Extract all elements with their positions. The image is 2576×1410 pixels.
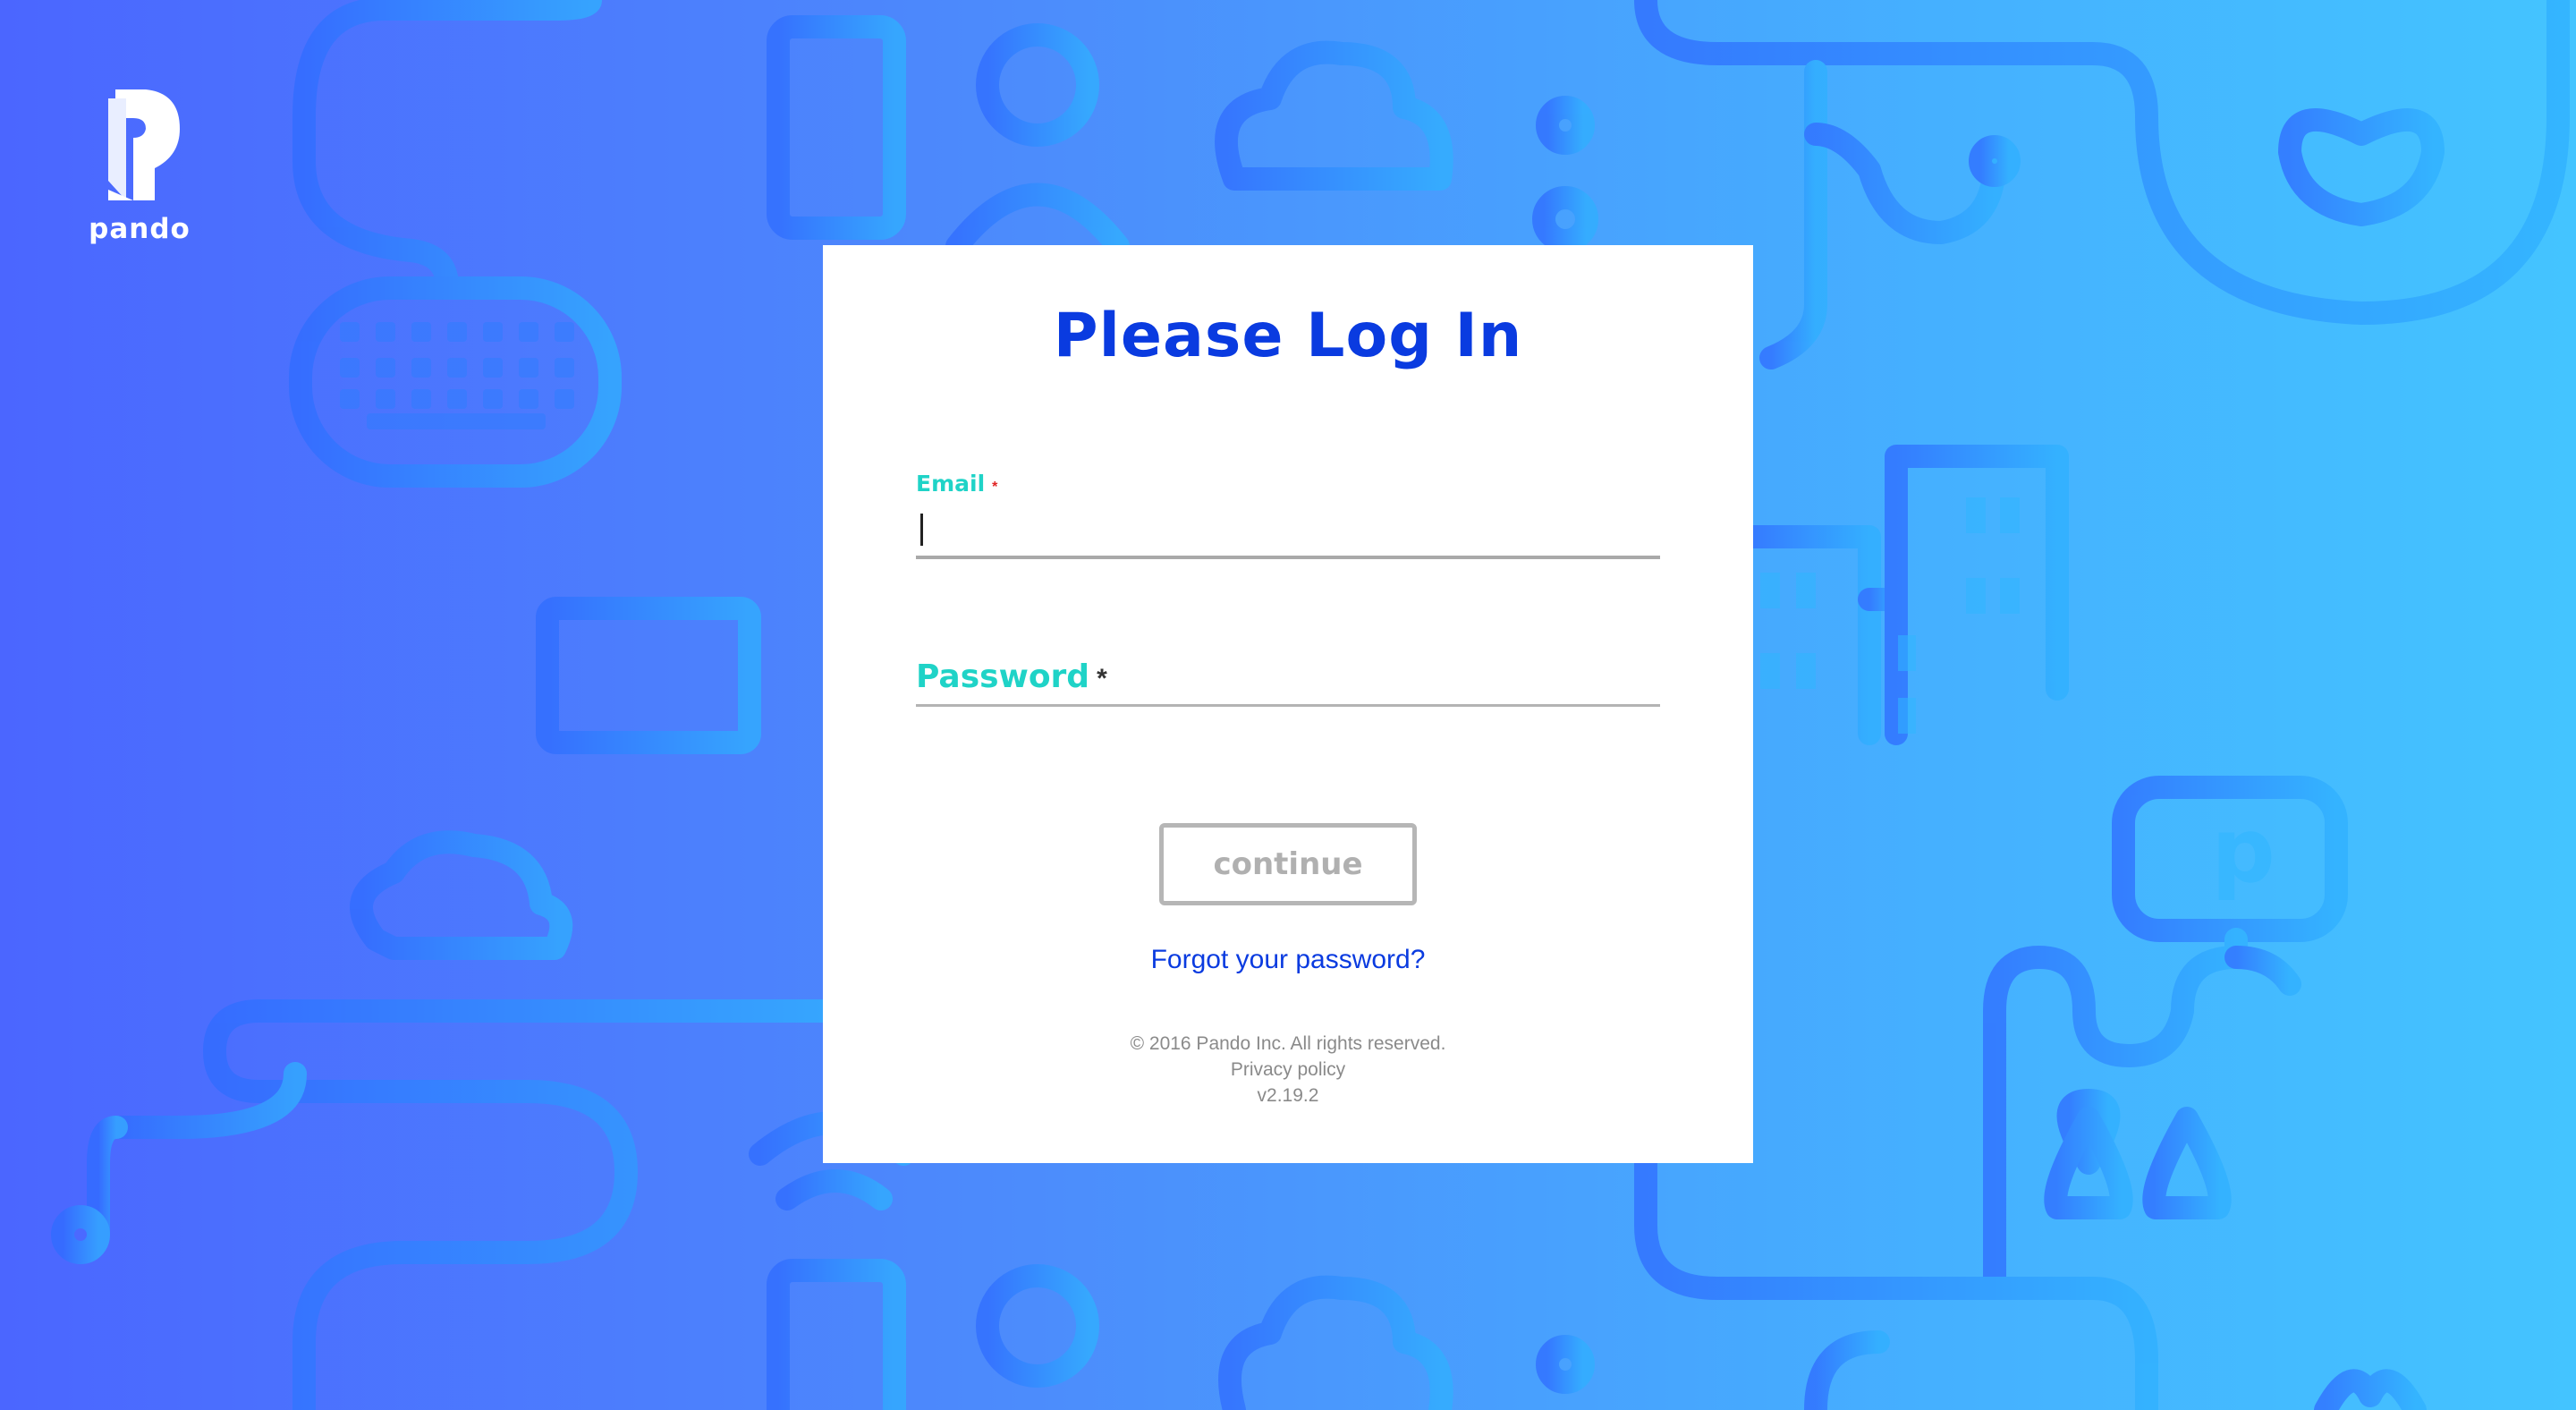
brand-name: pando bbox=[89, 213, 191, 245]
page-title: Please Log In bbox=[1053, 301, 1523, 371]
phone-icon-2 bbox=[767, 1259, 906, 1410]
password-required-marker: * bbox=[1097, 664, 1107, 693]
password-label-text: Password bbox=[916, 658, 1090, 695]
cloud-icon bbox=[1215, 40, 1453, 191]
version-text: v2.19.2 bbox=[1257, 1085, 1319, 1106]
card-footer: © 2016 Pando Inc. All rights reserved. P… bbox=[823, 1031, 1753, 1108]
monitor-icon bbox=[536, 597, 761, 754]
phone-icon bbox=[767, 15, 906, 240]
buildings-icon bbox=[1741, 525, 1881, 745]
email-label: Email * bbox=[916, 471, 998, 497]
person-icon bbox=[976, 23, 1099, 147]
password-field-group: Password * bbox=[916, 658, 1660, 707]
email-input[interactable] bbox=[916, 504, 1660, 559]
heart-icon bbox=[2278, 108, 2445, 226]
forgot-password-link[interactable]: Forgot your password? bbox=[823, 945, 1753, 975]
continue-button[interactable]: continue bbox=[1159, 823, 1417, 905]
password-input[interactable] bbox=[916, 697, 1660, 707]
email-field-group: Email * bbox=[916, 471, 1660, 559]
copyright-text: © 2016 Pando Inc. All rights reserved. bbox=[1130, 1033, 1446, 1054]
text-caret bbox=[920, 514, 923, 546]
pando-logo-icon bbox=[108, 89, 180, 200]
keyboard-icon bbox=[289, 276, 622, 488]
email-label-text: Email bbox=[916, 471, 986, 497]
password-label: Password * bbox=[916, 658, 1107, 695]
cord-path bbox=[292, 0, 602, 298]
privacy-policy-link[interactable]: Privacy policy bbox=[823, 1057, 1753, 1083]
tablet-p-glyph: p bbox=[2211, 798, 2275, 903]
brand-logo[interactable]: pando bbox=[86, 82, 193, 245]
cloud-icon-2 bbox=[350, 830, 573, 961]
email-required-marker: * bbox=[992, 480, 998, 495]
login-card: Please Log In Email * Password * continue … bbox=[823, 245, 1753, 1163]
